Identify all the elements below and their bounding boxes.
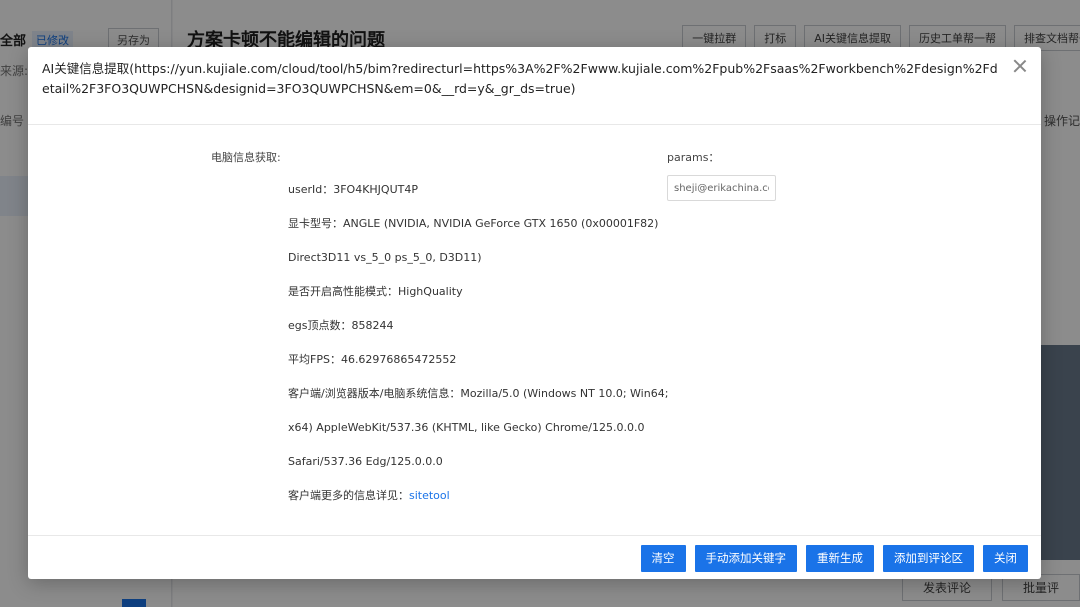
computer-info-label: 电脑信息获取: [211,151,281,164]
info-vertex-count: egs顶点数：858244 [288,319,394,332]
info-user-agent-end: Safari/537.36 Edg/125.0.0.0 [288,455,443,468]
info-user-agent: 客户端/浏览器版本/电脑系统信息：Mozilla/5.0 (Windows NT… [288,387,669,400]
info-user-agent-cont: x64) AppleWebKit/537.36 (KHTML, like Gec… [288,421,645,434]
sitetool-link[interactable]: sitetool [409,489,450,502]
computer-info-list: userId：3FO4KHJQUT4P 显卡型号：ANGLE (NVIDIA, … [288,183,668,523]
params-input[interactable] [667,175,776,201]
info-avg-fps: 平均FPS：46.62976865472552 [288,353,457,366]
info-more-details: 客户端更多的信息详见：sitetool [288,489,668,523]
clear-button[interactable]: 清空 [640,545,686,572]
info-user-id: userId：3FO4KHJQUT4P [288,183,418,196]
dialog-body: 电脑信息获取: userId：3FO4KHJQUT4P 显卡型号：ANGLE (… [28,125,1041,535]
footer-buttons: 清空 手动添加关键字 重新生成 添加到评论区 关闭 [640,545,1028,572]
close-button[interactable]: 关闭 [983,545,1028,572]
more-info-label: 客户端更多的信息详见： [288,489,409,502]
ai-extract-dialog: AI关键信息提取(https://yun.kujiale.com/cloud/t… [28,47,1041,579]
dialog-footer: 清空 手动添加关键字 重新生成 添加到评论区 关闭 [28,535,1041,579]
close-icon[interactable] [1013,59,1027,73]
info-gpu-model-cont: Direct3D11 vs_5_0 ps_5_0, D3D11) [288,251,482,264]
dialog-header: AI关键信息提取(https://yun.kujiale.com/cloud/t… [28,47,1041,125]
add-keyword-button[interactable]: 手动添加关键字 [694,545,797,572]
regenerate-button[interactable]: 重新生成 [806,545,874,572]
info-high-performance: 是否开启高性能模式：HighQuality [288,285,463,298]
params-label: params： [667,151,720,164]
dialog-title: AI关键信息提取(https://yun.kujiale.com/cloud/t… [42,61,998,96]
add-to-comments-button[interactable]: 添加到评论区 [883,545,974,572]
info-gpu-model: 显卡型号：ANGLE (NVIDIA, NVIDIA GeForce GTX 1… [288,217,659,230]
